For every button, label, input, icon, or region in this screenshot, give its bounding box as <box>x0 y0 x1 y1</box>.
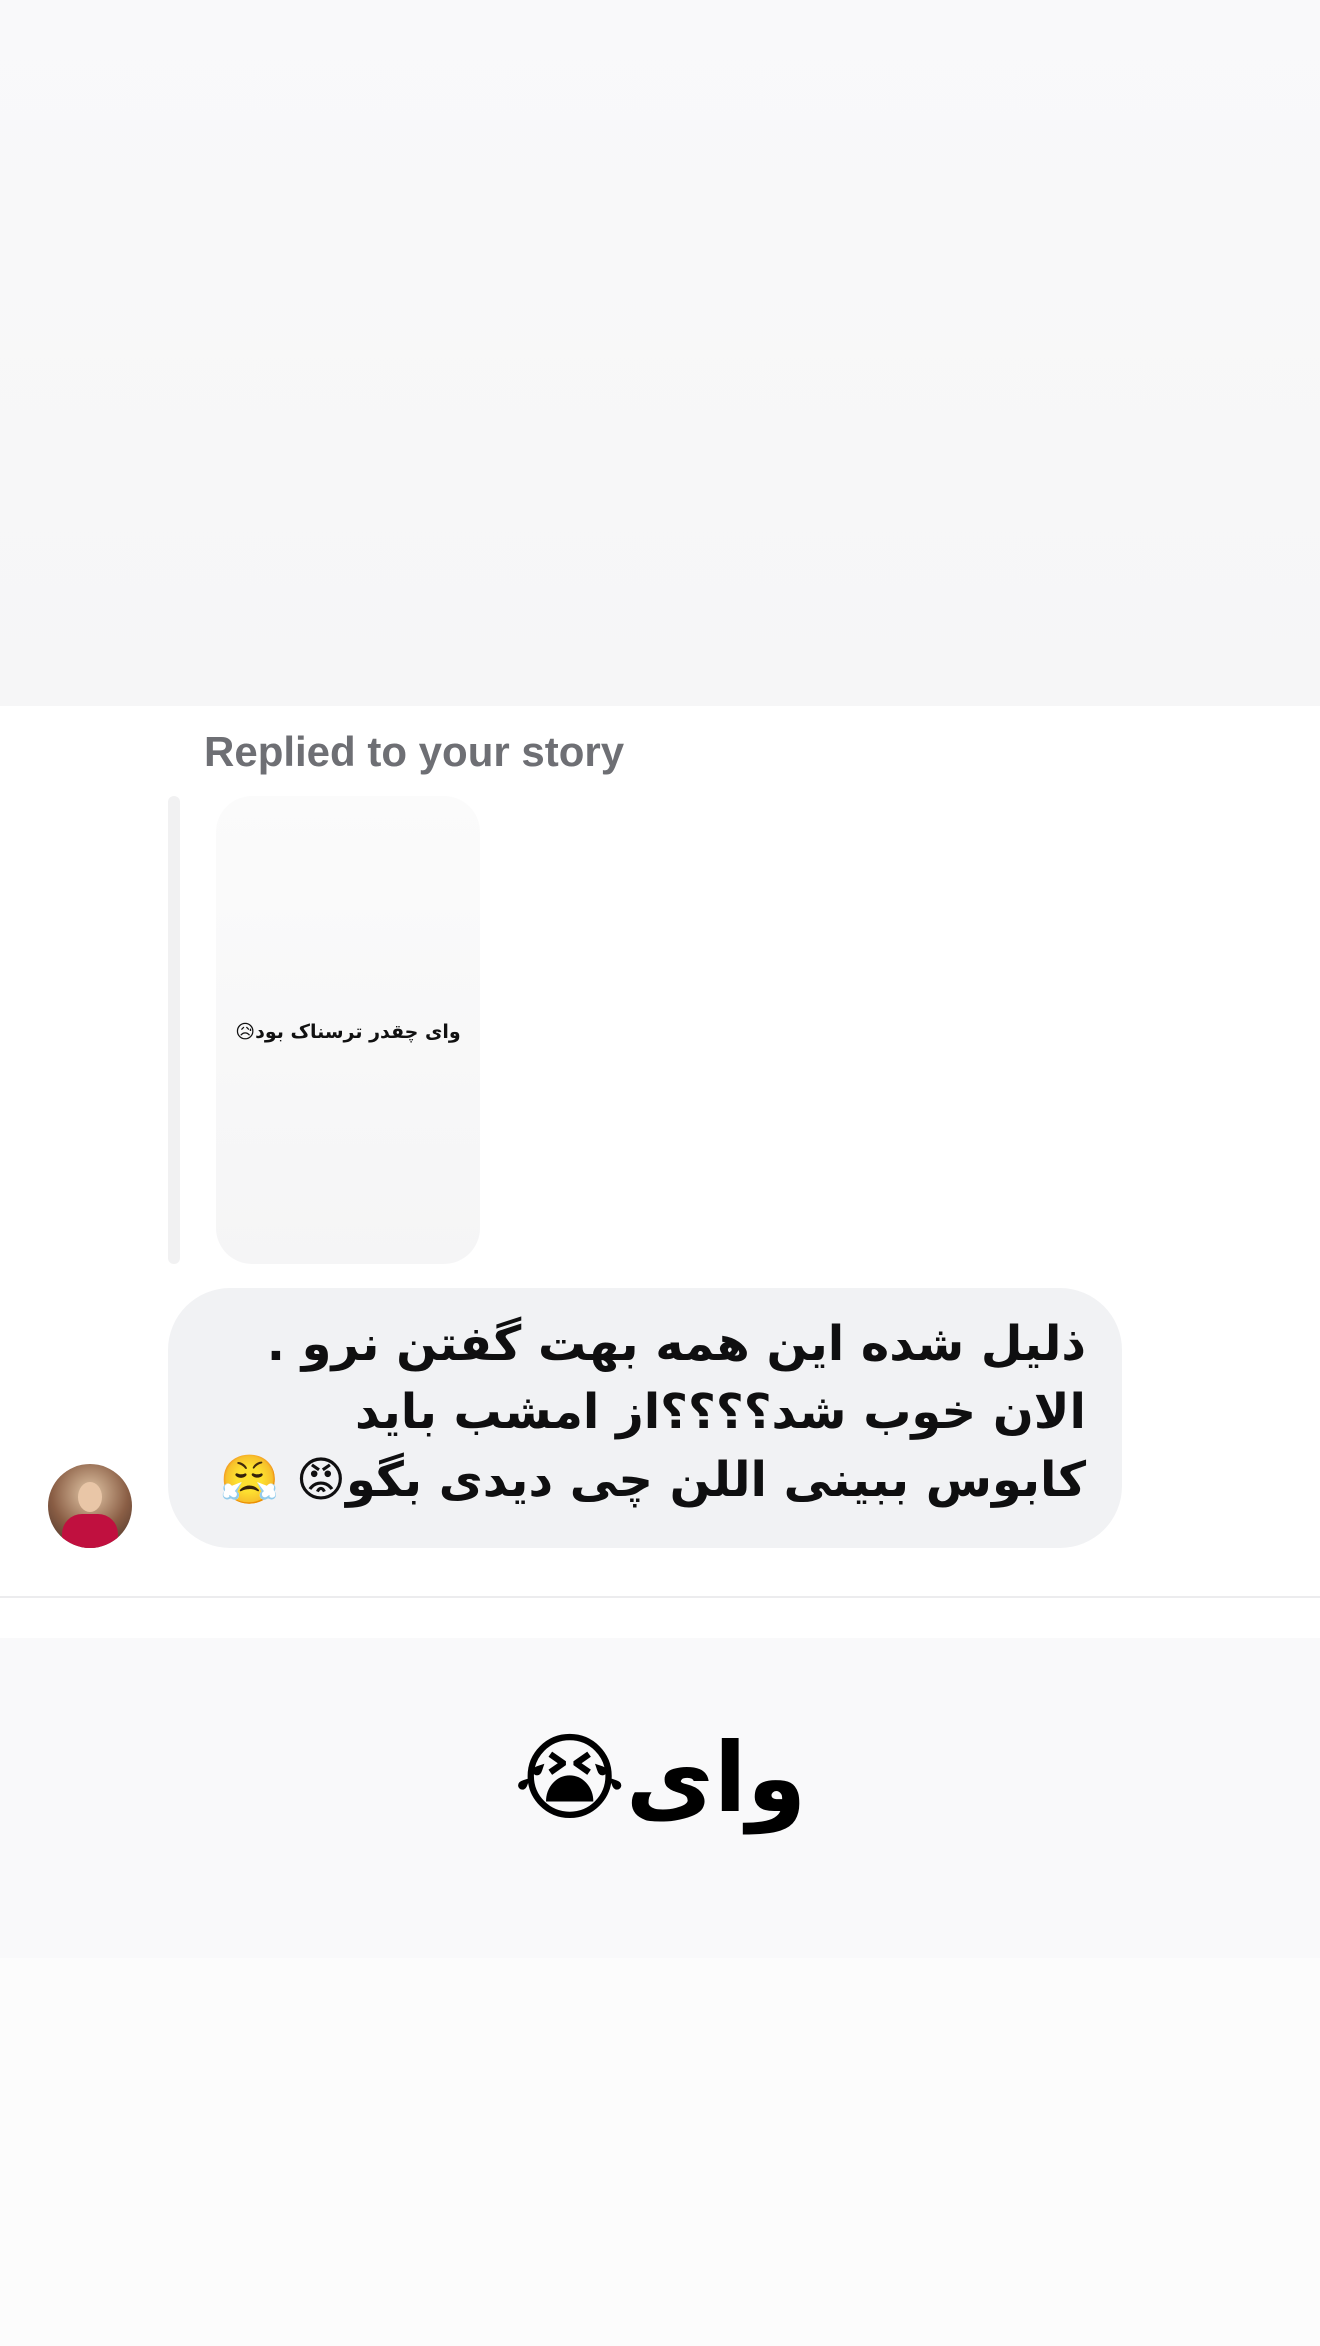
chat-screen: Replied to your story وای چقدر ترسناک بو… <box>0 0 1320 2346</box>
avatar-figure <box>62 1514 118 1548</box>
message-bubble[interactable]: ذلیل شده این همه بهت گفتن نرو . الان خوب… <box>168 1288 1122 1548</box>
message-divider <box>0 1596 1320 1598</box>
reply-indicator-bar <box>168 796 180 1264</box>
story-thumbnail-text: وای چقدر ترسناک بود😥 <box>235 1021 461 1043</box>
footer-background <box>0 1958 1320 2346</box>
next-story-text: وای😭 <box>513 1722 807 1834</box>
message-text: ذلیل شده این همه بهت گفتن نرو . الان خوب… <box>219 1316 1086 1508</box>
avatar[interactable] <box>48 1464 132 1548</box>
avatar-face <box>78 1482 102 1512</box>
replied-to-story-label: Replied to your story <box>204 728 625 775</box>
story-background-top <box>0 0 1320 706</box>
story-thumbnail[interactable]: وای چقدر ترسناک بود😥 <box>216 796 480 1264</box>
